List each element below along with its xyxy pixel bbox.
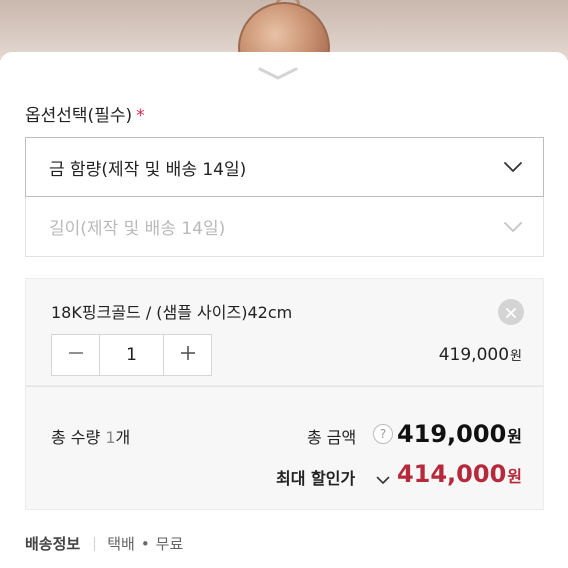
total-quantity-value: 1	[105, 428, 116, 447]
total-quantity: 총 수량 1개	[51, 424, 130, 448]
chevron-down-icon	[503, 221, 523, 233]
shipping-fee: 무료	[155, 535, 184, 553]
total-amount-value: 419,000	[396, 420, 507, 448]
max-discount-toggle[interactable]: 최대 할인가	[276, 465, 355, 489]
required-mark: *	[136, 106, 145, 126]
total-quantity-unit: 개	[115, 428, 131, 447]
quantity-decrease-button[interactable]	[52, 335, 99, 375]
separator-dot: •	[140, 534, 150, 553]
minus-icon	[68, 345, 84, 365]
gold-content-select[interactable]: 금 함량(제작 및 배송 14일)	[25, 137, 544, 197]
currency-unit: 원	[507, 467, 522, 486]
shipping-info: 배송정보 택배 • 무료	[25, 533, 183, 554]
length-select[interactable]: 길이(제작 및 배송 14일)	[25, 197, 544, 257]
selected-option-price: 419,000원	[439, 345, 522, 365]
total-quantity-label: 총 수량	[51, 428, 101, 447]
sheet-collapse-handle[interactable]	[257, 64, 299, 82]
gold-content-select-label: 금 함량(제작 및 배송 14일)	[49, 159, 247, 180]
total-amount: 419,000원	[397, 420, 522, 448]
chevron-down-icon	[257, 64, 299, 82]
shipping-method: 택배	[107, 535, 135, 553]
product-image-background	[0, 0, 568, 60]
option-section-title: 옵션선택(필수) *	[25, 101, 145, 126]
order-summary: 총 수량 1개 총 금액 ? 419,000원 최대 할인가 414,000원	[25, 386, 544, 510]
max-discount-price: 414,000원	[397, 460, 522, 488]
option-section-label: 옵션선택(필수)	[25, 106, 133, 126]
quantity-stepper: 1	[51, 334, 212, 376]
question-icon[interactable]: ?	[373, 424, 393, 444]
chevron-down-icon[interactable]	[376, 470, 390, 489]
remove-option-button[interactable]	[498, 299, 524, 325]
currency-unit: 원	[510, 349, 522, 364]
divider	[94, 536, 96, 551]
plus-icon	[180, 345, 196, 365]
currency-unit: 원	[507, 427, 522, 446]
quantity-increase-button[interactable]	[164, 335, 211, 375]
selected-option-item: 18K핑크골드 / (샘플 사이즈)42cm 1 419,000원	[25, 278, 544, 386]
selected-option-price-value: 419,000	[438, 345, 510, 365]
total-amount-label: 총 금액	[307, 428, 357, 447]
selected-option-name: 18K핑크골드 / (샘플 사이즈)42cm	[51, 303, 293, 322]
close-icon	[506, 303, 516, 322]
chevron-down-icon	[503, 161, 523, 173]
max-discount-value: 414,000	[396, 460, 507, 488]
shipping-info-label: 배송정보	[25, 535, 81, 553]
quantity-value[interactable]: 1	[99, 335, 164, 375]
length-select-label: 길이(제작 및 배송 14일)	[49, 219, 226, 239]
